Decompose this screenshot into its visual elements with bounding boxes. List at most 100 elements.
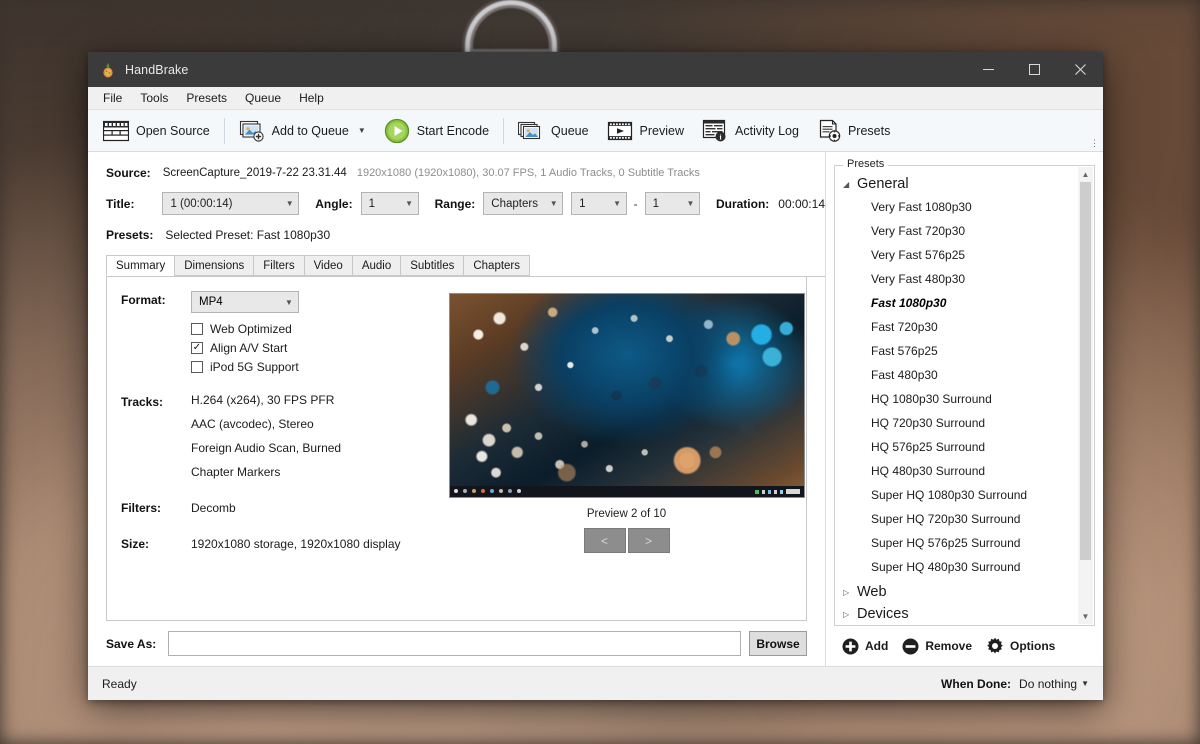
track-item: AAC (avcodec), Stereo (191, 417, 341, 431)
tab-audio[interactable]: Audio (352, 255, 401, 276)
tab-summary[interactable]: Summary (106, 255, 175, 276)
window-title: HandBrake (125, 63, 188, 77)
tab-subtitles[interactable]: Subtitles (400, 255, 464, 276)
track-item: Foreign Audio Scan, Burned (191, 441, 341, 455)
preset-item[interactable]: Very Fast 720p30 (835, 219, 1078, 243)
preset-item[interactable]: Very Fast 576p25 (835, 243, 1078, 267)
maximize-button[interactable] (1011, 52, 1057, 87)
angle-label: Angle: (315, 197, 352, 211)
preset-item[interactable]: Super HQ 1080p30 Surround (835, 483, 1078, 507)
preset-item[interactable]: HQ 1080p30 Surround (835, 387, 1078, 411)
preset-scrollbar[interactable]: ▲ ▼ (1078, 167, 1093, 624)
presets-toolbar-button[interactable]: Presets (808, 113, 899, 149)
toolbar-overflow-icon[interactable]: ⋮ (1090, 138, 1099, 149)
menu-presets[interactable]: Presets (177, 88, 236, 108)
save-as-input[interactable] (168, 631, 741, 656)
browse-button[interactable]: Browse (749, 631, 807, 656)
close-button[interactable] (1057, 52, 1103, 87)
preset-remove-button[interactable]: Remove (902, 638, 972, 655)
preset-item[interactable]: Super HQ 576p25 Surround (835, 531, 1078, 555)
preview-nav: < > (584, 528, 670, 553)
title-select-value: 1 (00:00:14) (170, 198, 281, 210)
scroll-down-icon[interactable]: ▼ (1078, 609, 1093, 624)
tab-video[interactable]: Video (304, 255, 353, 276)
tab-dimensions[interactable]: Dimensions (174, 255, 254, 276)
menu-tools[interactable]: Tools (131, 88, 177, 108)
filters-row: Filters: Decomb (121, 499, 447, 515)
range-end-select[interactable]: 1 ▼ (645, 192, 700, 215)
preset-options-button[interactable]: Options (986, 637, 1055, 655)
preview-bokeh-bottom (450, 294, 804, 497)
preview-next-button[interactable]: > (628, 528, 670, 553)
format-select[interactable]: MP4 ▼ (191, 291, 299, 313)
when-done-value[interactable]: Do nothing (1019, 677, 1077, 691)
tab-filters[interactable]: Filters (253, 255, 304, 276)
preview-image[interactable] (449, 293, 805, 498)
preset-tree-scrollarea: ◢ General Very Fast 1080p30 Very Fast 72… (835, 173, 1078, 625)
source-filename: ScreenCapture_2019-7-22 23.31.44 (163, 167, 347, 179)
triangle-right-icon[interactable]: ▷ (843, 588, 851, 597)
title-select[interactable]: 1 (00:00:14) ▼ (162, 192, 299, 215)
preset-item[interactable]: Fast 480p30 (835, 363, 1078, 387)
activity-log-button[interactable]: i Activity Log (693, 113, 808, 149)
add-to-queue-button[interactable]: Add to Queue ▼ (230, 113, 375, 149)
align-av-start-checkbox[interactable]: ✓ (191, 342, 203, 354)
preset-add-button[interactable]: Add (842, 638, 888, 655)
preset-tree[interactable]: ◢ General Very Fast 1080p30 Very Fast 72… (835, 166, 1094, 625)
save-as-label: Save As: (106, 637, 168, 651)
chevron-down-icon[interactable]: ▼ (358, 126, 366, 135)
presets-toolbar-label: Presets (848, 124, 890, 138)
source-label: Source: (106, 166, 151, 180)
ipod-5g-checkbox[interactable] (191, 361, 203, 373)
preview-prev-button[interactable]: < (584, 528, 626, 553)
preset-item[interactable]: HQ 576p25 Surround (835, 435, 1078, 459)
menu-file[interactable]: File (94, 88, 131, 108)
preset-item[interactable]: Super HQ 720p30 Surround (835, 507, 1078, 531)
handbrake-window: HandBrake File Tools Presets Queue Help (88, 52, 1103, 700)
preset-item[interactable]: Super HQ 480p30 Surround (835, 555, 1078, 579)
preset-item[interactable]: Fast 720p30 (835, 315, 1078, 339)
source-row: Source: ScreenCapture_2019-7-22 23.31.44… (88, 162, 825, 184)
menu-help[interactable]: Help (290, 88, 333, 108)
web-optimized-row[interactable]: Web Optimized (191, 322, 299, 336)
preset-item[interactable]: HQ 480p30 Surround (835, 459, 1078, 483)
tab-chapters[interactable]: Chapters (463, 255, 530, 276)
preset-item[interactable]: Very Fast 480p30 (835, 267, 1078, 291)
preset-category-web[interactable]: ▷ Web (835, 581, 1078, 603)
preview-button[interactable]: Preview (598, 113, 693, 149)
preview-area: Preview 2 of 10 < > (447, 291, 806, 620)
menu-queue[interactable]: Queue (236, 88, 290, 108)
range-start-select[interactable]: 1 ▼ (571, 192, 626, 215)
scroll-thumb[interactable] (1080, 182, 1091, 560)
align-av-start-row[interactable]: ✓ Align A/V Start (191, 341, 299, 355)
status-text: Ready (102, 677, 137, 691)
open-source-button[interactable]: Open Source (94, 113, 219, 149)
film-strip-icon (103, 120, 129, 142)
preset-category-general[interactable]: ◢ General (835, 173, 1078, 195)
web-optimized-label: Web Optimized (210, 322, 292, 336)
web-optimized-checkbox[interactable] (191, 323, 203, 335)
angle-select[interactable]: 1 ▼ (361, 192, 419, 215)
queue-button[interactable]: Queue (509, 113, 598, 149)
align-av-start-label: Align A/V Start (210, 341, 287, 355)
ipod-5g-row[interactable]: iPod 5G Support (191, 360, 299, 374)
preset-item[interactable]: Fast 576p25 (835, 339, 1078, 363)
main-content: Source: ScreenCapture_2019-7-22 23.31.44… (88, 152, 1103, 666)
minimize-button[interactable] (965, 52, 1011, 87)
scroll-up-icon[interactable]: ▲ (1078, 167, 1093, 182)
filters-label: Filters: (121, 499, 191, 515)
preset-actions: Add Remove (834, 626, 1095, 666)
format-group: MP4 ▼ Web Optimized ✓ Align A/V Start (191, 291, 299, 374)
range-type-select[interactable]: Chapters ▼ (483, 192, 563, 215)
preset-options-label: Options (1010, 639, 1055, 653)
play-circle-icon (384, 118, 410, 144)
triangle-down-icon[interactable]: ◢ (843, 180, 851, 189)
preset-category-devices[interactable]: ▷ Devices (835, 603, 1078, 625)
window-titlebar: HandBrake (88, 52, 1103, 87)
preset-item[interactable]: Very Fast 1080p30 (835, 195, 1078, 219)
chevron-down-icon[interactable]: ▼ (1081, 679, 1089, 688)
triangle-right-icon[interactable]: ▷ (843, 610, 851, 619)
preset-item[interactable]: HQ 720p30 Surround (835, 411, 1078, 435)
start-encode-button[interactable]: Start Encode (375, 113, 498, 149)
preset-item-selected[interactable]: Fast 1080p30 (835, 291, 1078, 315)
